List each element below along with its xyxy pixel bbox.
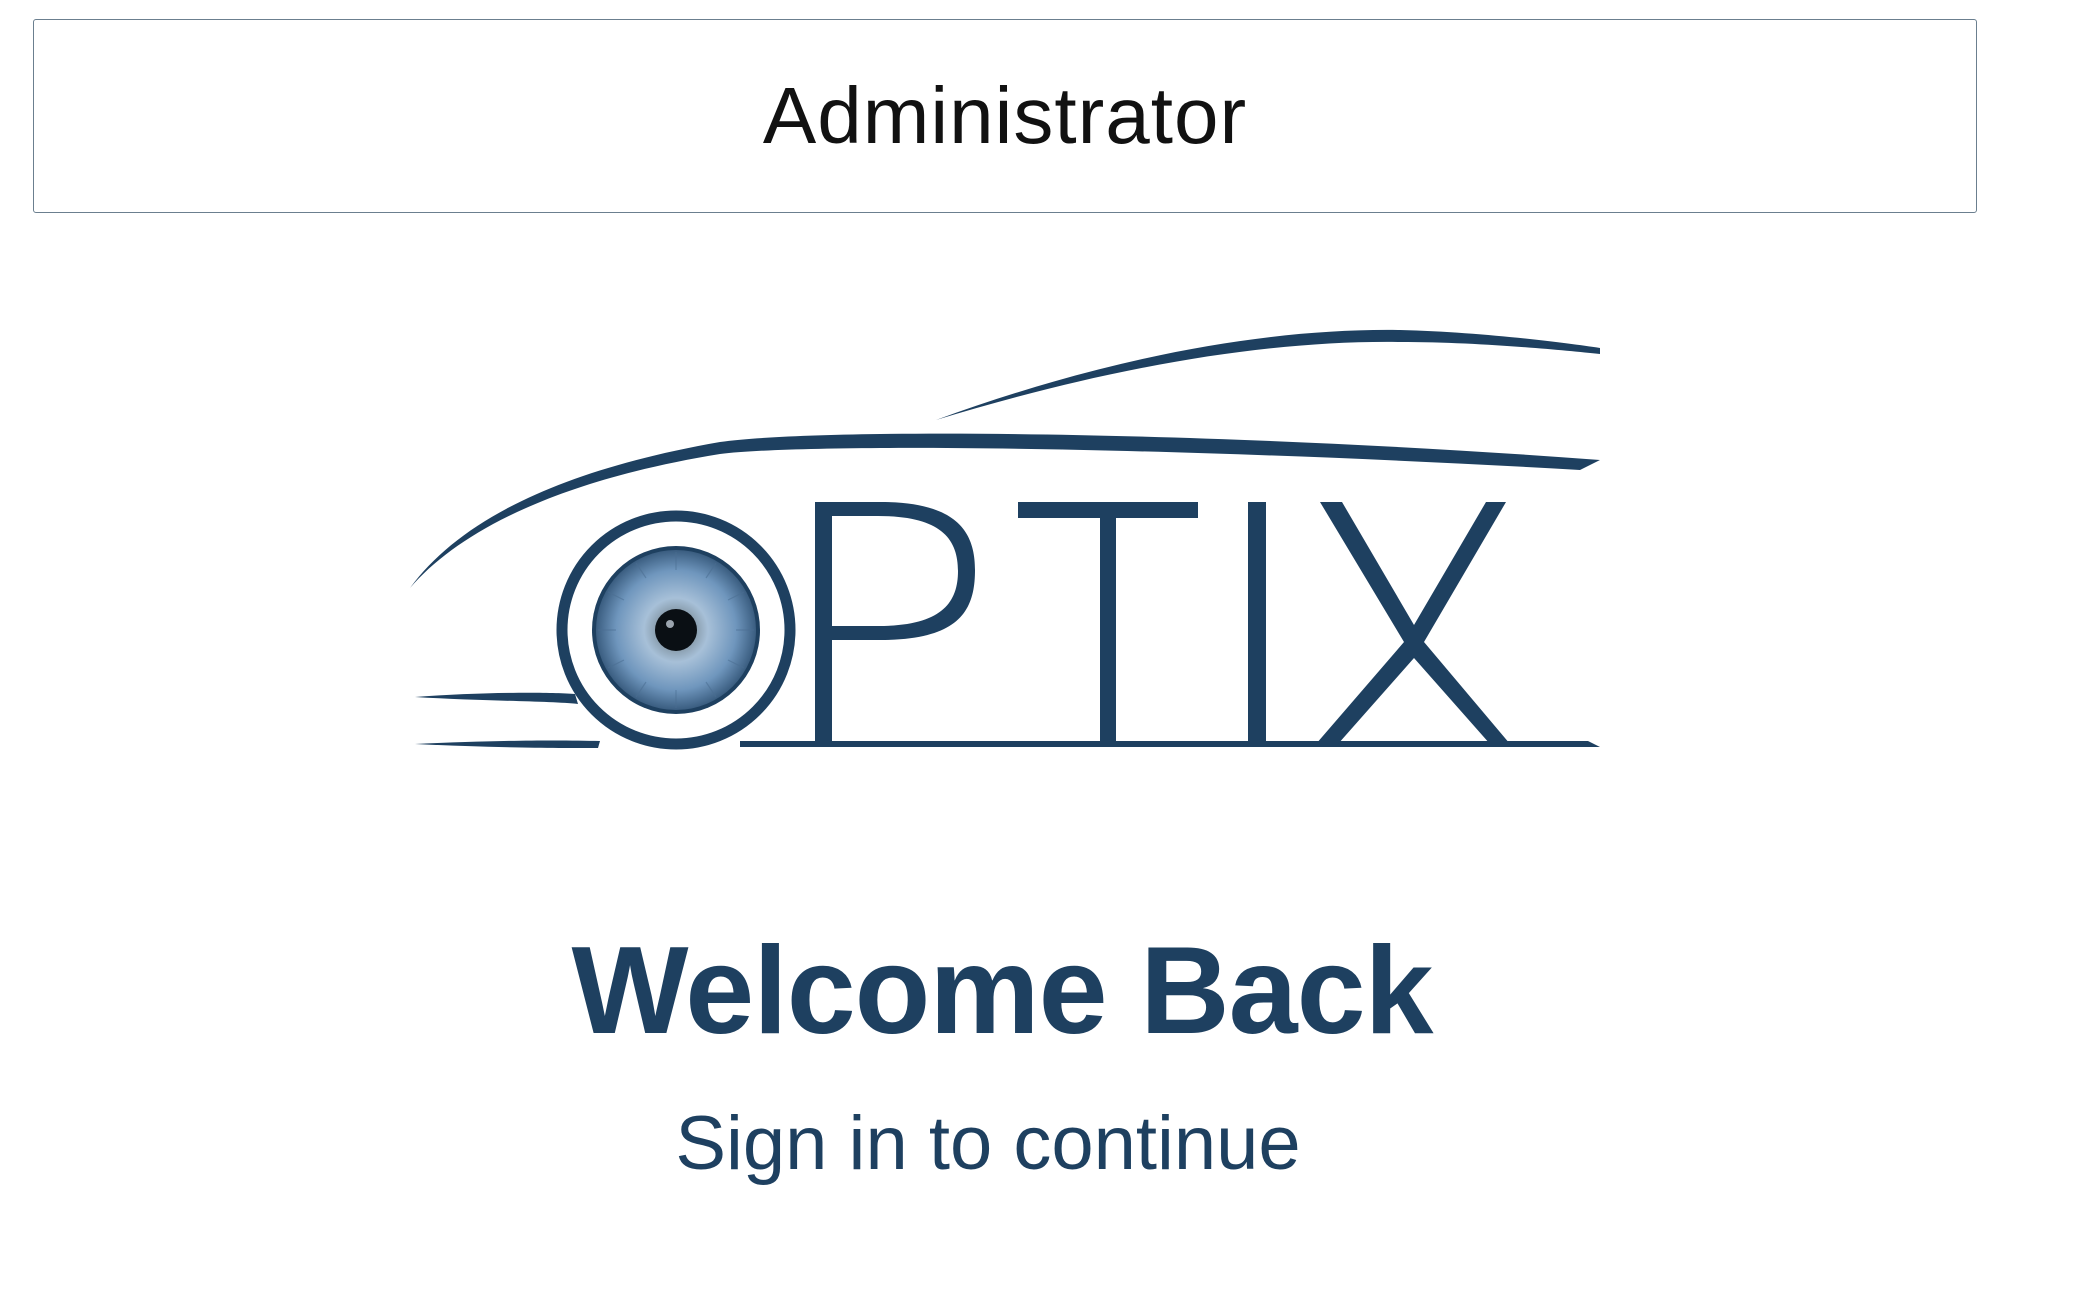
speed-line-lower	[415, 740, 600, 748]
letter-i	[1248, 502, 1266, 744]
eye-pupil	[655, 609, 697, 651]
welcome-title: Welcome Back	[571, 922, 1433, 1060]
letter-p	[815, 502, 975, 744]
welcome-subtitle: Sign in to continue	[675, 1101, 1301, 1186]
letter-t	[1018, 502, 1198, 744]
letter-x	[1316, 502, 1510, 744]
role-selector-button[interactable]: Administrator	[33, 19, 1977, 213]
login-page: Administrator Welcome Back Sign in to co…	[0, 0, 2076, 1292]
car-roof-line	[936, 329, 1600, 420]
optix-logo	[410, 329, 1600, 750]
logo-baseline	[740, 741, 1600, 747]
role-label: Administrator	[762, 71, 1248, 160]
speed-line-upper	[415, 692, 578, 704]
